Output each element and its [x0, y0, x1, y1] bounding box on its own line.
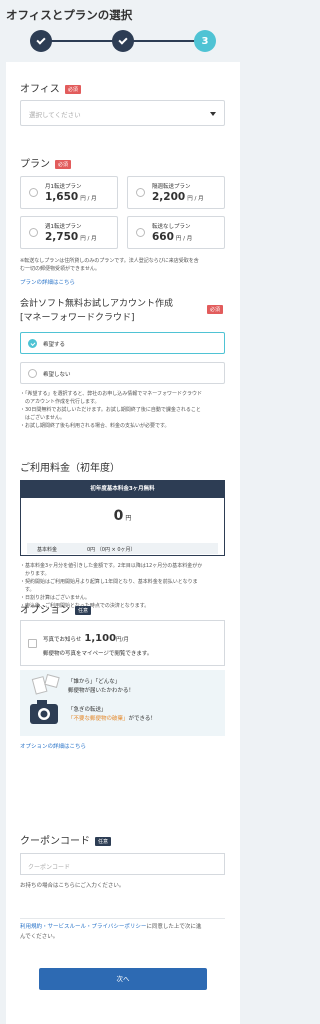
next-button[interactable]: 次へ [39, 968, 207, 990]
radio-button[interactable] [136, 188, 145, 197]
accounting-notes: ・「希望する」を選択すると、弊社のお申し込み情報でマネーフォワードクラウド のア… [20, 391, 203, 429]
check-icon [118, 34, 128, 45]
option-photo-notice[interactable]: 写真でお知らせ 1,100円/月 郵便物の写真をマイページで閲覧できます。 [20, 620, 225, 666]
fee-row-label: 基本料金 [37, 546, 58, 553]
check-icon [36, 34, 46, 45]
option-section-title: オプション 任意 [20, 601, 92, 616]
plan-price: 2,200 円 / 月 [152, 191, 204, 203]
office-title: オフィス [20, 84, 60, 95]
fee-amount: 0円 [113, 508, 132, 524]
plan-details-link[interactable]: プランの詳細はこちら [20, 278, 75, 286]
page-header: オフィスとプランの選択 3 [0, 0, 246, 62]
plan-option-biweekly[interactable]: 隔週転送プラン 2,200 円 / 月 [127, 176, 225, 209]
divider [20, 918, 225, 919]
plan-option-monthly[interactable]: 月1転送プラン 1,650 円 / 月 [20, 176, 118, 209]
terms-text: 利用規約・サービスルール・プライバシーポリシーに同意した上で次に進 んでください… [20, 924, 202, 940]
option-item-title: 写真でお知らせ 1,100円/月 [43, 633, 129, 644]
office-select-placeholder: 選択してください [29, 111, 81, 119]
radio-button[interactable] [136, 228, 145, 237]
accounting-title-line2: [マネーフォワードクラウド] [20, 313, 135, 323]
option-details-link[interactable]: オプションの詳細はこちら [20, 742, 86, 750]
plan-price: 2,750 円 / 月 [45, 231, 97, 243]
accounting-title-line1: 会計ソフト無料お試しアカウント作成 [20, 299, 174, 309]
office-section-title: オフィス 必須 [20, 80, 81, 95]
progress-stepper: 3 [30, 30, 216, 52]
accounting-yes-label: 希望する [43, 342, 66, 348]
radio-checked-icon[interactable] [28, 339, 37, 348]
caret-down-icon [210, 112, 216, 116]
fee-row-value: 0円 （0円 × 0ヶ月） [87, 546, 136, 553]
plan-name: 転送なしプラン [152, 224, 191, 230]
required-badge: 必須 [64, 84, 81, 94]
radio-button[interactable] [28, 369, 37, 378]
coupon-input[interactable] [21, 857, 224, 878]
fee-section-title: ご利用料金（初年度） [20, 463, 120, 474]
accounting-no-label: 希望しない [43, 372, 71, 378]
option-illustration: 「誰から」「どんな」 郵便物が届いたかわかる！ 「急ぎの転送」 「不要な郵便物の… [20, 670, 225, 736]
camera-mail-icon [30, 674, 60, 724]
terms-link[interactable]: 利用規約・サービスルール・プライバシーポリシー [20, 924, 146, 930]
coupon-field[interactable] [20, 853, 225, 878]
option-item-desc: 郵便物の写真をマイページで閲覧できます。 [43, 651, 153, 657]
checkbox[interactable] [28, 639, 37, 648]
required-badge: 必須 [207, 305, 224, 314]
coupon-note: お持ちの場合はこちらにご入力ください。 [20, 883, 125, 889]
plan-title: プラン [20, 159, 50, 170]
plan-name: 月1転送プラン [45, 184, 82, 190]
accounting-option-yes[interactable]: 希望する [20, 332, 225, 354]
plan-name: 週1転送プラン [45, 224, 82, 230]
optional-badge: 任意 [95, 836, 112, 846]
plan-price: 660 円 / 月 [152, 231, 193, 243]
radio-button[interactable] [29, 188, 38, 197]
page-title: オフィスとプランの選択 [6, 8, 133, 22]
office-select[interactable]: 選択してください [20, 100, 225, 126]
fee-banner: 初年度基本料金3ヶ月無料 [21, 481, 224, 498]
illustration-text-2: 「急ぎの転送」 「不要な郵便物の破棄」ができる！ [68, 707, 156, 722]
step-1-done [30, 30, 52, 52]
coupon-section-title: クーポンコード 任意 [20, 832, 112, 847]
step-2-done [112, 30, 134, 52]
option-title: オプション [20, 605, 70, 616]
step-3-current: 3 [194, 30, 216, 52]
coupon-title: クーポンコード [20, 836, 90, 847]
plan-option-no-forwarding[interactable]: 転送なしプラン 660 円 / 月 [127, 216, 225, 249]
required-badge: 必須 [55, 159, 72, 169]
optional-badge: 任意 [75, 605, 92, 615]
accounting-option-no[interactable]: 希望しない [20, 362, 225, 384]
fee-breakdown-row: 基本料金 0円 （0円 × 0ヶ月） [27, 543, 218, 554]
plan-name: 隔週転送プラン [152, 184, 191, 190]
illustration-text-1: 「誰から」「どんな」 郵便物が届いたかわかる！ [68, 679, 135, 694]
plan-section-title: プラン 必須 [20, 155, 72, 170]
plan-note: ※転送なしプランは住所貸しのみのプランです。法人登記ならびに来店受取を含 む一切… [20, 258, 199, 272]
plan-option-weekly[interactable]: 週1転送プラン 2,750 円 / 月 [20, 216, 118, 249]
radio-button[interactable] [29, 228, 38, 237]
plan-price: 1,650 円 / 月 [45, 191, 97, 203]
fee-summary-box: 初年度基本料金3ヶ月無料 0円 基本料金 0円 （0円 × 0ヶ月） [20, 480, 225, 556]
accounting-section-title: 会計ソフト無料お試しアカウント作成 [マネーフォワードクラウド] [20, 297, 173, 325]
